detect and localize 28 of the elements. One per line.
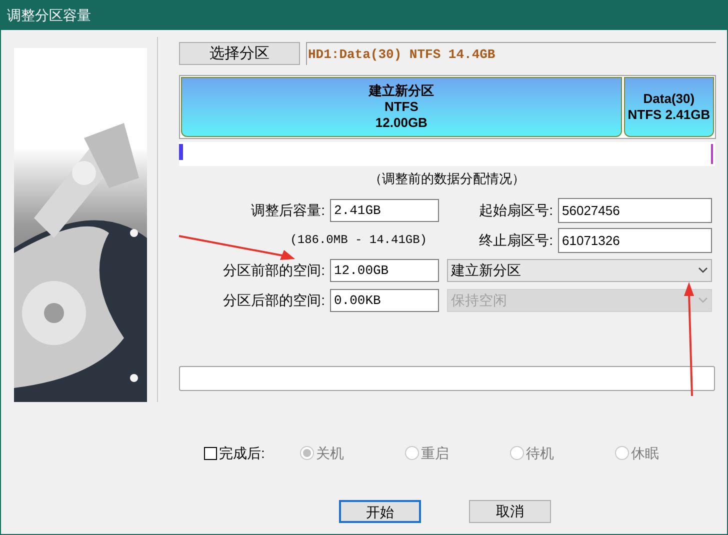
input-field[interactable]: 56027456: [558, 198, 712, 222]
field-label: 终止扇区号:: [479, 230, 553, 250]
partition-text: 建立新分区: [368, 83, 434, 99]
size-range-text: (186.0MB - 14.41GB): [290, 232, 427, 249]
after-done-checkbox[interactable]: 完成后:: [204, 442, 300, 464]
dialog-button[interactable]: 取消: [469, 500, 551, 523]
field-label: 起始扇区号:: [479, 200, 553, 220]
partition-segment[interactable]: Data(30) NTFS 2.41GB: [624, 77, 714, 137]
partition-text: 12.00GB: [375, 115, 428, 131]
map-caption: （调整前的数据分配情况）: [369, 170, 525, 188]
input-field[interactable]: 61071326: [558, 228, 712, 252]
dropdown[interactable]: 建立新分区: [447, 258, 712, 282]
input-field[interactable]: 0.00KB: [330, 288, 439, 312]
partition-text: NTFS: [384, 99, 418, 115]
partition-text: NTFS 2.41GB: [628, 107, 710, 123]
select-partition-button[interactable]: 选择分区: [179, 42, 300, 65]
chevron-down-icon: [698, 267, 708, 273]
input-field[interactable]: 12.00GB: [330, 258, 439, 282]
partition-segment[interactable]: 建立新分区 NTFS 12.00GB: [181, 77, 622, 137]
input-field[interactable]: 2.41GB: [330, 198, 439, 222]
field-label: 分区后部的空间:: [223, 290, 325, 310]
chevron-down-icon: [698, 297, 708, 303]
partition-text: Data(30): [643, 91, 695, 107]
dialog-button[interactable]: 开始: [339, 500, 421, 523]
field-label: 调整后容量:: [251, 200, 325, 220]
partition-info-field: HD1:Data(30) NTFS 14.4GB: [306, 42, 716, 65]
window-title: 调整分区容量: [7, 6, 91, 25]
field-label: 分区前部的空间:: [223, 260, 325, 280]
